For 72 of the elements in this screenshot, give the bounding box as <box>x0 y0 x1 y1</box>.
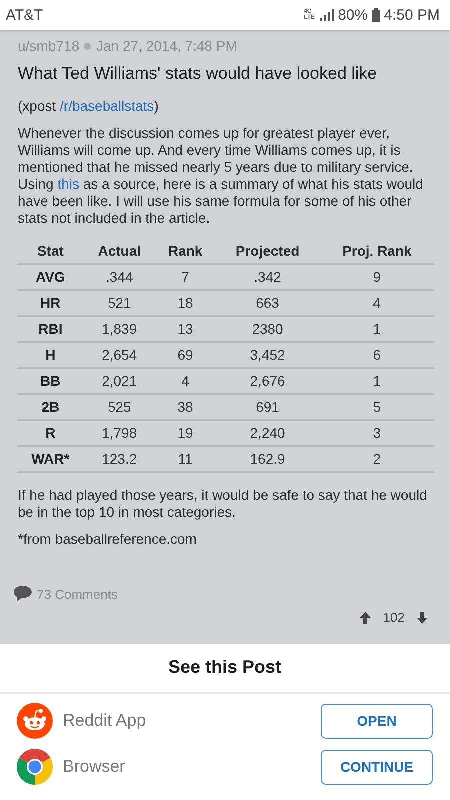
table-cell: 18 <box>156 290 216 316</box>
downvote-arrow-icon[interactable] <box>417 612 428 624</box>
table-cell: 2,654 <box>83 342 156 368</box>
table-cell: 521 <box>83 290 156 316</box>
column-header: Projected <box>215 239 320 264</box>
table-cell: 7 <box>156 264 216 290</box>
table-cell: WAR* <box>18 446 84 472</box>
table-cell: 162.9 <box>215 446 320 472</box>
speech-bubble-icon <box>14 586 32 602</box>
battery-percent: 80% <box>338 6 368 24</box>
post-body-text: *from baseballreference.com <box>18 531 198 548</box>
source-link[interactable]: this <box>58 176 80 192</box>
table-cell: 2B <box>18 394 84 420</box>
table-cell: RBI <box>18 316 84 342</box>
table-cell: 9 <box>320 264 434 290</box>
table-cell: .342 <box>215 264 320 290</box>
vote-score: 102 <box>383 610 405 625</box>
table-cell: 2,240 <box>215 420 320 446</box>
battery-icon <box>372 8 380 22</box>
open-option-button[interactable]: CONTINUE <box>321 750 433 784</box>
table-cell: 3 <box>320 420 434 446</box>
table-cell: 2,676 <box>215 368 320 394</box>
table-cell: .344 <box>83 264 156 290</box>
table-cell: 6 <box>320 342 434 368</box>
table-cell: 4 <box>320 290 434 316</box>
table-cell: 3,452 <box>215 342 320 368</box>
post-body-text: If he had played those years, it would be safe to say that he would be in the top 10 in most categories. <box>18 487 428 521</box>
comments-count[interactable]: 73 Comments <box>37 586 118 602</box>
xpost-text: (xpost /r/baseballstats) <box>18 98 160 115</box>
table-cell: 1 <box>320 316 434 342</box>
table-cell: 525 <box>83 394 156 420</box>
table-cell: AVG <box>18 264 84 290</box>
clock-time: 4:50 PM <box>384 6 440 24</box>
table-cell: 5 <box>320 394 434 420</box>
table-cell: 663 <box>215 290 320 316</box>
signal-icon <box>320 9 334 21</box>
table-cell: HR <box>18 290 84 316</box>
post-body-text: Whenever the discussion comes up for greatest player ever, Williams will come up. And every time Williams comes up, it is mentioned that he missed nearly 5 years due to military service. Using this as a source, here is a summary of what his stats would have been like. I will use his same formula for some of his other stats not included in the article. <box>18 125 424 227</box>
table-cell: 2380 <box>215 316 320 342</box>
upvote-arrow-icon[interactable] <box>360 612 372 624</box>
table-cell: 4 <box>156 368 216 394</box>
dot-separator-icon <box>84 42 92 50</box>
table-cell: 19 <box>156 420 216 446</box>
alien-logo-icon <box>17 703 53 739</box>
post-date: Jan 27, 2014, 7:48 PM <box>96 38 238 54</box>
table-cell: 11 <box>156 446 216 472</box>
column-header: Actual <box>83 239 156 264</box>
column-header: Rank <box>156 239 216 264</box>
table-cell: 69 <box>156 342 216 368</box>
post-title: What Ted Williams' stats would have looked like <box>18 64 378 84</box>
table-cell: 13 <box>156 316 216 342</box>
table-cell: BB <box>18 368 84 394</box>
sheet-title: See this Post <box>0 644 450 694</box>
table-cell: 123.2 <box>83 446 156 472</box>
table-cell: 691 <box>215 394 320 420</box>
column-header: Proj. Rank <box>320 239 434 264</box>
table-cell: 2,021 <box>83 368 156 394</box>
carrier-name: AT&T <box>6 6 44 24</box>
table-cell: R <box>18 420 84 446</box>
option-label: Reddit App <box>63 711 148 731</box>
subreddit-link[interactable]: /r/baseballstats <box>60 98 154 114</box>
post-author[interactable]: u/smb718 <box>18 38 80 54</box>
table-cell: H <box>18 342 84 368</box>
open-option-button[interactable]: OPEN <box>321 704 433 738</box>
option-label: Browser <box>63 757 126 777</box>
table-cell: 1 <box>320 368 434 394</box>
table-cell: 1,839 <box>83 316 156 342</box>
chrome-logo-icon <box>17 749 53 785</box>
table-cell: 38 <box>156 394 216 420</box>
column-header: Stat <box>18 239 84 264</box>
table-cell: 1,798 <box>83 420 156 446</box>
table-cell: 2 <box>320 446 434 472</box>
